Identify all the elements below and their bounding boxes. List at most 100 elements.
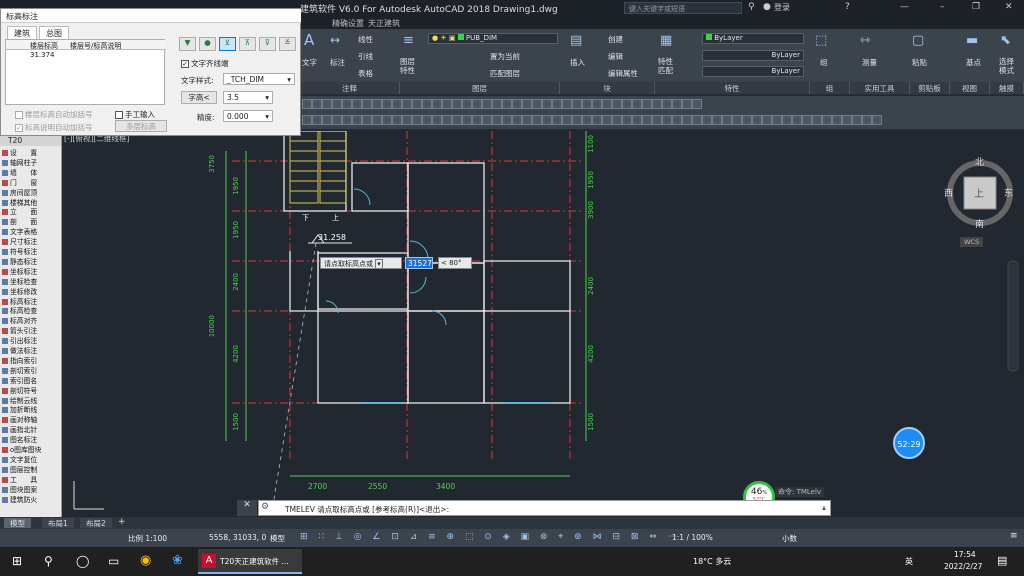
toolbar-row-2[interactable] xyxy=(302,115,1022,127)
color-dropdown[interactable]: ByLayer xyxy=(702,33,804,44)
dynamic-angle[interactable]: < 80° xyxy=(438,257,472,269)
base-point-icon[interactable]: ▬ xyxy=(966,33,978,48)
windows-start-icon[interactable]: ⊞ xyxy=(12,554,22,568)
side-menu-item[interactable]: 文字复位 xyxy=(2,456,37,465)
section-layers[interactable]: 图层 xyxy=(400,82,560,94)
side-menu-item[interactable]: 图名标注 xyxy=(2,436,37,445)
precision-select[interactable]: 0.000 ▾ xyxy=(223,110,273,122)
match-props-label[interactable]: 特性 匹配 xyxy=(658,57,673,75)
compass-west[interactable]: 西 xyxy=(944,186,953,199)
wcs-label[interactable]: WCS xyxy=(960,237,984,247)
side-menu-item[interactable]: 绘制云线 xyxy=(2,397,37,406)
wrench-icon[interactable]: ⚙ xyxy=(261,502,269,512)
section-block[interactable]: 块 xyxy=(560,82,655,94)
leader-button[interactable]: 引线 xyxy=(358,51,373,62)
dimension-tool-icon[interactable]: ↔ xyxy=(330,33,340,47)
viewcube-top[interactable]: 上 xyxy=(974,185,984,200)
compass-east[interactable]: 东 xyxy=(1004,186,1013,199)
side-menu-item[interactable]: 图块图案 xyxy=(2,486,37,495)
edit-attr-button[interactable]: 编辑属性 xyxy=(608,68,638,79)
maximize-icon[interactable]: ❐ xyxy=(972,2,980,12)
help-icon[interactable]: ? xyxy=(845,2,850,12)
side-menu-item[interactable]: 工 具 xyxy=(2,476,37,485)
side-menu-item[interactable]: 立 面 xyxy=(2,208,37,217)
dialog-title[interactable]: 标高标注 xyxy=(1,9,301,23)
side-menu-item[interactable]: 建筑防火 xyxy=(2,496,37,505)
compass-south[interactable]: 南 xyxy=(975,217,984,230)
side-menu-item[interactable]: o图库图块 xyxy=(2,446,41,455)
side-menu-item[interactable]: 箭头引注 xyxy=(2,327,37,336)
clock-date[interactable]: 2022/2/27 xyxy=(944,562,982,571)
side-menu-item[interactable]: 门 窗 xyxy=(2,179,37,188)
side-menu-item[interactable]: 轴网柱子 xyxy=(2,159,37,168)
side-menu-item[interactable]: 坐标修改 xyxy=(2,288,37,297)
dimension-tool-label[interactable]: 标注 xyxy=(330,57,345,68)
section-touch[interactable]: 触摸 xyxy=(990,82,1024,94)
close-icon[interactable]: ✕ xyxy=(1005,2,1013,12)
recording-timer[interactable]: 52:29 xyxy=(893,427,925,459)
symbol-stack-icon[interactable]: ≚ xyxy=(279,37,296,51)
search-icon[interactable]: ⚲ xyxy=(44,554,53,568)
measure-button[interactable]: 测量 xyxy=(862,57,877,68)
side-menu-item[interactable]: 画对称轴 xyxy=(2,416,37,425)
side-menu-item[interactable]: 文字表格 xyxy=(2,228,37,237)
auto-floor-checkbox[interactable]: 楼层标高自动加括号 xyxy=(15,109,93,120)
create-block-button[interactable]: 创建 xyxy=(608,34,623,45)
symbol-triangle-icon[interactable]: ▼ xyxy=(179,37,196,51)
compass-north[interactable]: 北 xyxy=(975,155,984,168)
status-toggles[interactable]: ⊞ ∷ ⊥ ◎ ∠ ⊡ ⊿ ≡ ⊕ ⬚ ⊙ ◈ ▣ ⊗ ⌖ ⊛ ⋈ ⊟ ⊠ ⇔ … xyxy=(300,532,681,542)
paste-icon[interactable]: ▢ xyxy=(912,33,924,48)
side-menu-item[interactable]: 设 置 xyxy=(2,149,37,158)
insert-block-icon[interactable]: ▤ xyxy=(570,33,582,48)
elevation-dialog[interactable]: 标高标注 建筑 总图 楼层标高 楼层号/标高说明 31.374 楼层标高自动加括… xyxy=(0,8,301,136)
side-menu-item[interactable]: 图层控制 xyxy=(2,466,37,475)
chevron-up-icon[interactable]: ▴ xyxy=(822,503,826,512)
annotation-scale[interactable]: 1:1 / 100% xyxy=(672,533,713,542)
side-menu-item[interactable]: 坐标标注 xyxy=(2,268,37,277)
search-input[interactable]: 键入关键字或短语 xyxy=(624,2,742,14)
section-props[interactable]: 特性 xyxy=(655,82,810,94)
floor-table[interactable]: 楼层标高 楼层号/标高说明 31.374 xyxy=(5,39,166,105)
side-menu-item[interactable]: 标高标注 xyxy=(2,298,37,307)
layer-props-label[interactable]: 图层 特性 xyxy=(400,57,415,75)
taskbar-t20-app[interactable]: A T20天正建筑软件 ... xyxy=(198,549,302,574)
close-cmd-icon[interactable]: ✕ xyxy=(237,500,257,516)
side-menu-item[interactable]: 剖切索引 xyxy=(2,367,37,376)
side-menu-item[interactable]: 墙 体 xyxy=(2,169,37,178)
table-row[interactable]: 31.374 xyxy=(6,51,166,60)
ime-indicator[interactable]: 英 xyxy=(905,556,913,567)
side-menu-item[interactable]: 指向索引 xyxy=(2,357,37,366)
text-tool-icon[interactable]: A xyxy=(304,31,314,49)
linetype-dropdown[interactable]: ByLayer xyxy=(702,50,804,61)
minimize-icon[interactable]: – xyxy=(940,2,945,12)
symbol-circle-icon[interactable]: ● xyxy=(199,37,216,51)
menu-item-precise[interactable]: 精确设置 xyxy=(332,18,364,29)
minimize-window-icon[interactable]: — xyxy=(900,2,909,12)
side-menu-item[interactable]: 做法标注 xyxy=(2,347,37,356)
measure-icon[interactable]: ⇿ xyxy=(860,33,871,48)
app-icon[interactable]: ❀ xyxy=(172,553,183,568)
manual-input-checkbox[interactable]: 手工输入 xyxy=(115,109,155,120)
command-line[interactable]: ✕ ⚙ TMELEV 请点取标高点或 [参考标高(R)]<退出>: ▴ xyxy=(237,500,831,516)
linear-dim-button[interactable]: 线性 xyxy=(358,34,373,45)
lineweight-dropdown[interactable]: ByLayer xyxy=(702,66,804,77)
set-current-button[interactable]: 置为当前 xyxy=(490,51,520,62)
toolbar-row-1[interactable] xyxy=(302,99,802,111)
text-style-select[interactable]: _TCH_DIM ▾ xyxy=(223,73,295,85)
char-height-input[interactable]: 3.5 ▾ xyxy=(223,91,273,104)
group-icon[interactable]: ⬚ xyxy=(815,33,827,48)
binoculars-icon[interactable]: ⚲ xyxy=(748,2,755,12)
side-menu-item[interactable]: 剖 面 xyxy=(2,218,37,227)
text-align-checkbox[interactable]: ✓ 文字齐线端 xyxy=(181,58,229,69)
group-button[interactable]: 组 xyxy=(820,57,828,68)
side-menu-item[interactable]: 符号标注 xyxy=(2,248,37,257)
edit-block-button[interactable]: 编辑 xyxy=(608,51,623,62)
dynamic-input-value[interactable]: 31527 xyxy=(405,257,433,269)
section-clipboard[interactable]: 剪贴板 xyxy=(910,82,950,94)
side-menu-item[interactable]: 楼梯其他 xyxy=(2,199,37,208)
navigation-bar[interactable] xyxy=(1007,260,1019,372)
layer-dropdown[interactable]: ● ☀ ▣ PUB_DIM xyxy=(428,33,558,44)
section-utility[interactable]: 实用工具 xyxy=(850,82,910,94)
paste-button[interactable]: 粘贴 xyxy=(912,57,927,68)
side-menu-item[interactable]: 画指北针 xyxy=(2,426,37,435)
